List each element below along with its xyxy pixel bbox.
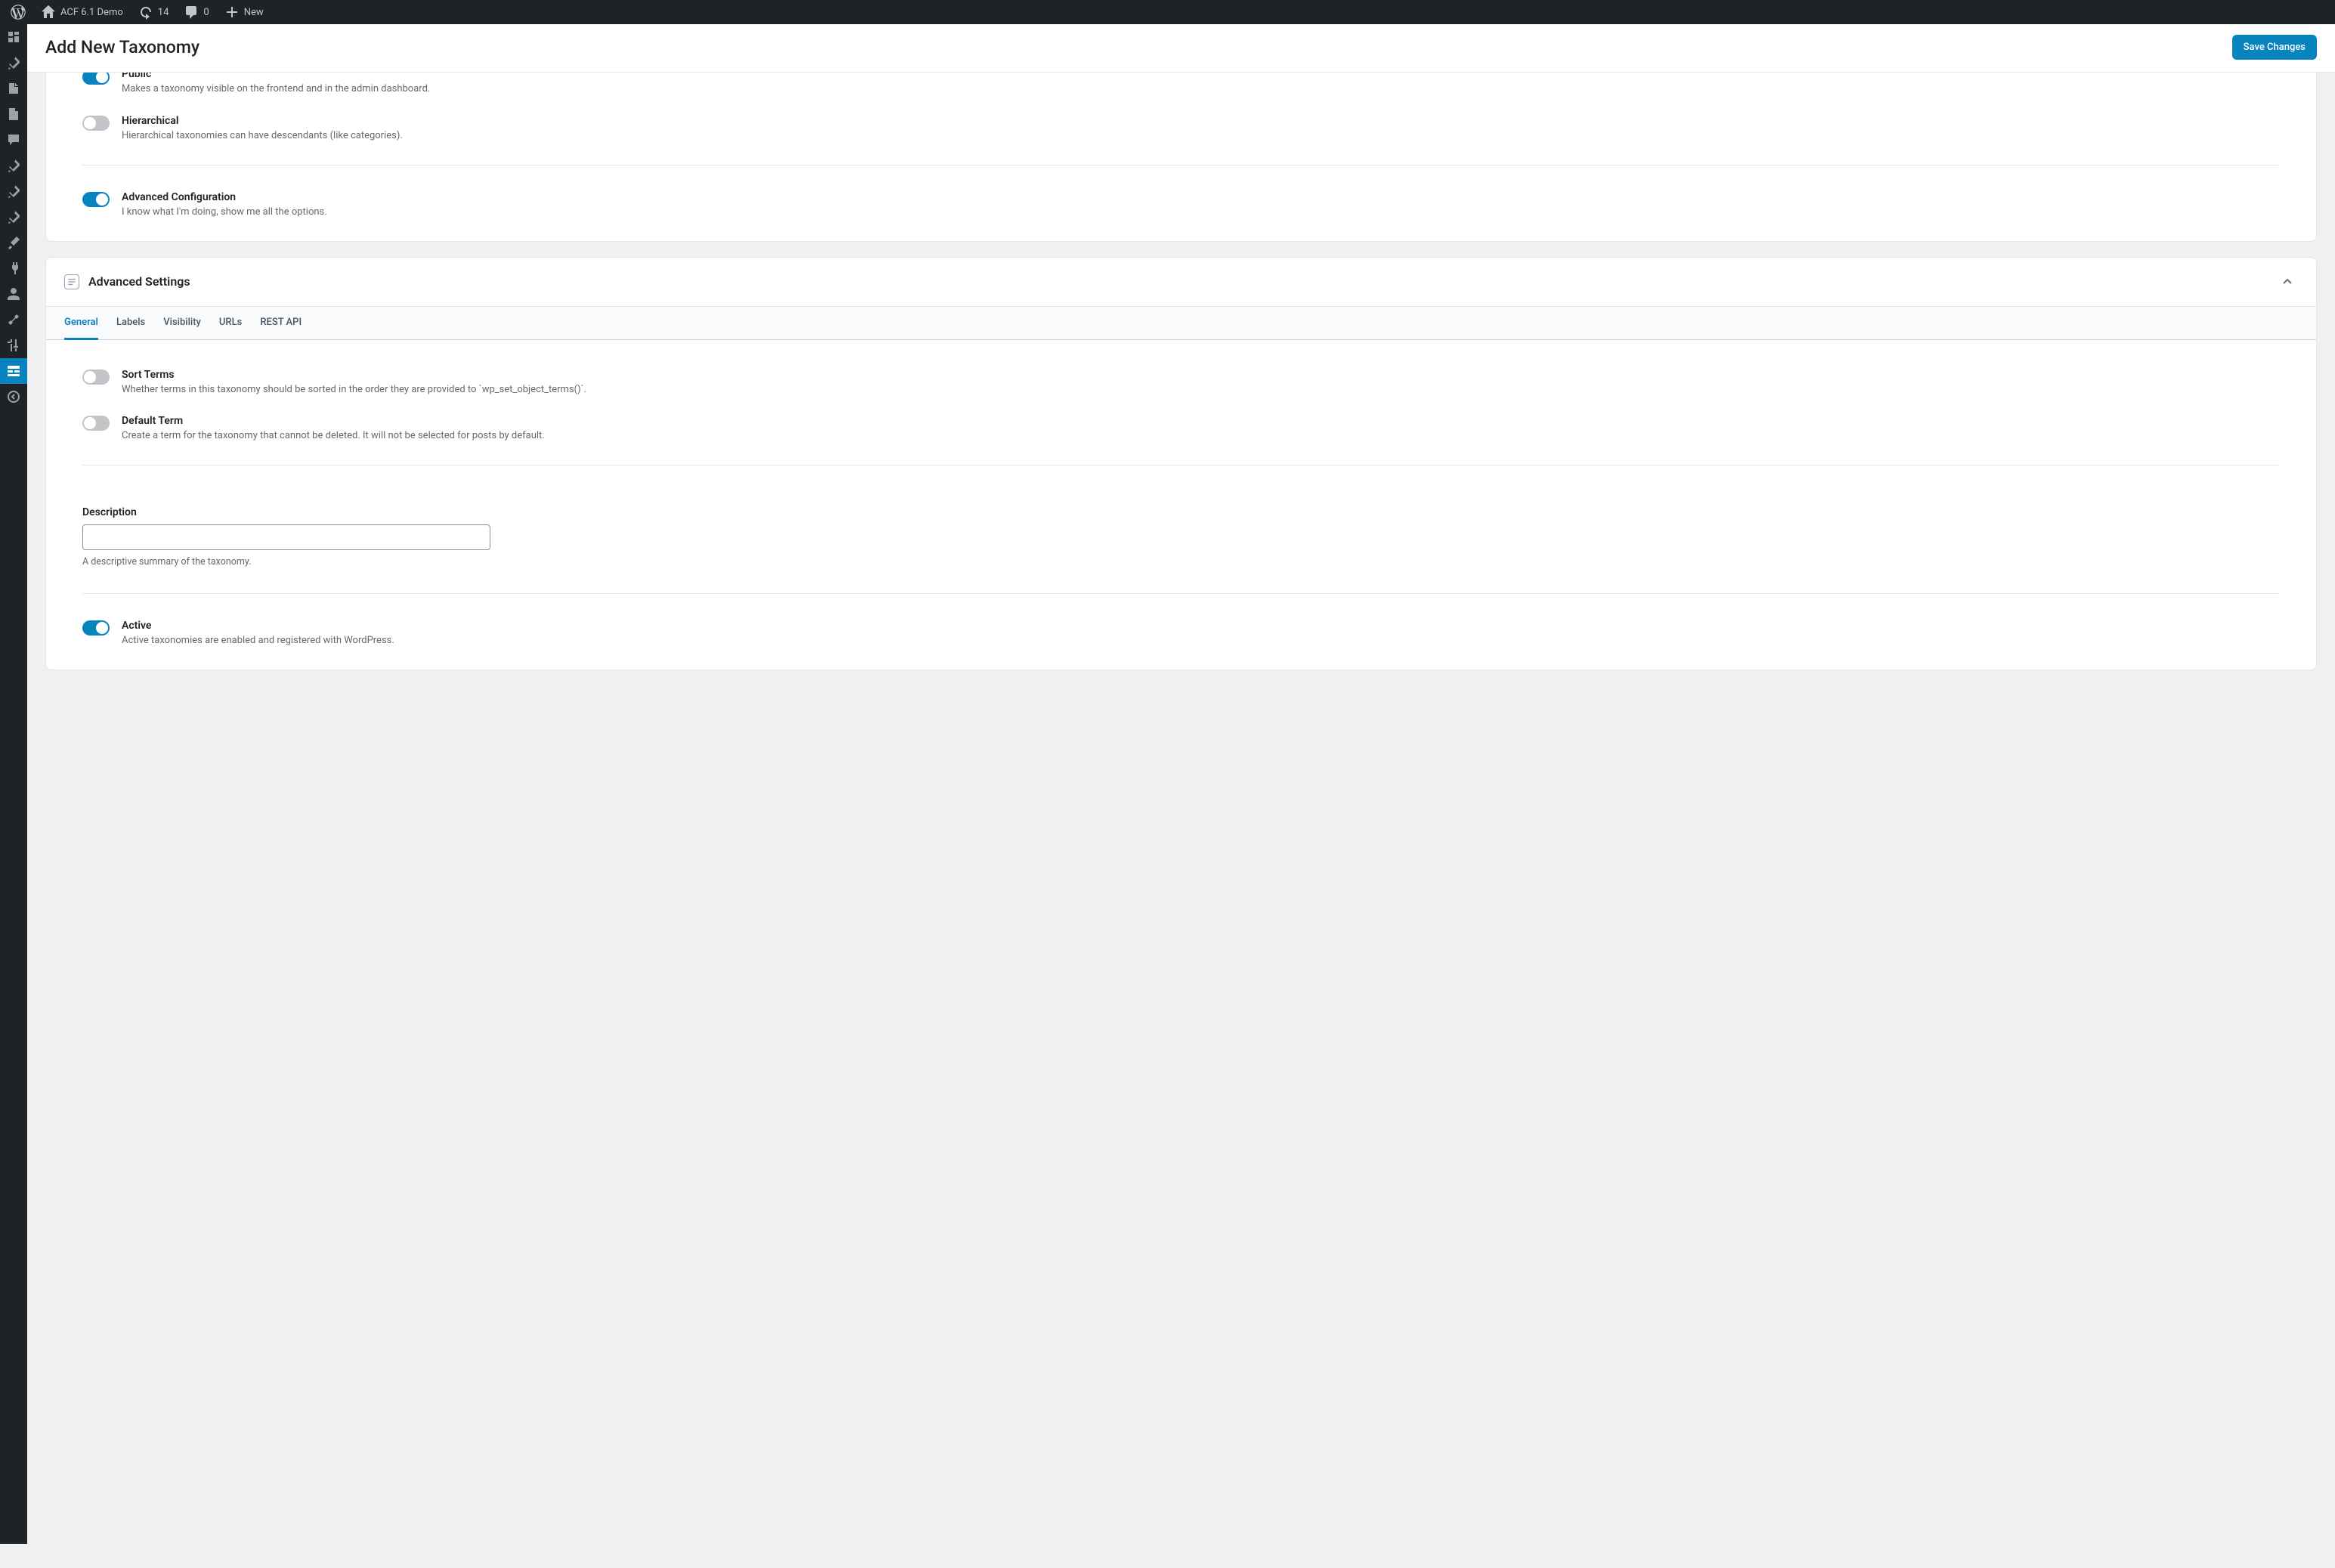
- sidebar-tools[interactable]: [0, 307, 27, 332]
- page-wrap: Add New Taxonomy Save Changes Public Mak…: [27, 24, 2335, 1544]
- site-name: ACF 6.1 Demo: [60, 7, 123, 18]
- updates-icon: [138, 5, 153, 20]
- description-input[interactable]: [82, 524, 490, 550]
- advanced-settings-tabs: General Labels Visibility URLs REST API: [46, 307, 2316, 340]
- description-help: A descriptive summary of the taxonomy.: [82, 556, 2280, 568]
- wp-admin-bar: ACF 6.1 Demo 14 0 New: [0, 0, 2335, 24]
- sort-terms-toggle[interactable]: [82, 370, 110, 385]
- comments-menu[interactable]: 0: [178, 0, 215, 24]
- comment-icon: [184, 5, 199, 20]
- advanced-config-toggle[interactable]: [82, 192, 110, 207]
- sidebar-media[interactable]: [0, 76, 27, 101]
- page-content: Public Makes a taxonomy visible on the f…: [27, 73, 2335, 688]
- wp-admin-sidebar: [0, 24, 27, 1544]
- hierarchical-field-row: Hierarchical Hierarchical taxonomies can…: [82, 110, 2280, 157]
- page-title: Add New Taxonomy: [45, 37, 199, 57]
- sort-terms-help: Whether terms in this taxonomy should be…: [122, 383, 586, 397]
- tab-general[interactable]: General: [64, 307, 98, 340]
- advanced-settings-title: Advanced Settings: [88, 274, 190, 289]
- comments-count: 0: [203, 7, 209, 18]
- sidebar-pages[interactable]: [0, 101, 27, 127]
- active-field-row: Active Active taxonomies are enabled and…: [82, 615, 2280, 651]
- active-label: Active: [122, 620, 394, 632]
- public-toggle[interactable]: [82, 73, 110, 85]
- sidebar-collapse[interactable]: [0, 384, 27, 410]
- sort-terms-field-row: Sort Terms Whether terms in this taxonom…: [82, 358, 2280, 411]
- default-term-field-row: Default Term Create a term for the taxon…: [82, 410, 2280, 457]
- updates-menu[interactable]: 14: [132, 0, 175, 24]
- advanced-settings-card: Advanced Settings General Labels Visibil…: [45, 257, 2317, 671]
- basic-settings-card: Public Makes a taxonomy visible on the f…: [45, 73, 2317, 242]
- divider: [82, 593, 2280, 594]
- sidebar-acf[interactable]: [0, 358, 27, 384]
- advanced-config-help: I know what I'm doing, show me all the o…: [122, 206, 327, 220]
- default-term-label: Default Term: [122, 415, 545, 427]
- description-field-row: Description A descriptive summary of the…: [82, 487, 2280, 572]
- new-content-menu[interactable]: New: [218, 0, 270, 24]
- sidebar-settings[interactable]: [0, 332, 27, 358]
- advanced-settings-icon: [64, 274, 79, 289]
- tab-labels[interactable]: Labels: [116, 307, 145, 340]
- advanced-settings-collapse-button[interactable]: [2277, 271, 2298, 292]
- advanced-config-field-row: Advanced Configuration I know what I'm d…: [82, 187, 2280, 223]
- sidebar-comments[interactable]: [0, 127, 27, 153]
- default-term-help: Create a term for the taxonomy that cann…: [122, 429, 545, 444]
- tab-rest-api[interactable]: REST API: [260, 307, 302, 340]
- sidebar-posts[interactable]: [0, 50, 27, 76]
- tab-visibility[interactable]: Visibility: [163, 307, 201, 340]
- active-toggle[interactable]: [82, 620, 110, 636]
- plus-icon: [224, 5, 240, 20]
- sort-terms-label: Sort Terms: [122, 369, 586, 381]
- hierarchical-label: Hierarchical: [122, 115, 403, 127]
- description-label: Description: [82, 506, 2280, 518]
- sidebar-users[interactable]: [0, 281, 27, 307]
- tab-urls[interactable]: URLs: [219, 307, 242, 340]
- wordpress-logo-icon: [11, 5, 26, 20]
- sidebar-cpt-2[interactable]: [0, 178, 27, 204]
- sidebar-cpt-3[interactable]: [0, 204, 27, 230]
- advanced-general-panel: Sort Terms Whether terms in this taxonom…: [46, 340, 2316, 670]
- page-header: Add New Taxonomy Save Changes: [27, 24, 2335, 73]
- save-changes-button[interactable]: Save Changes: [2232, 35, 2317, 60]
- sidebar-dashboard[interactable]: [0, 24, 27, 50]
- sidebar-appearance[interactable]: [0, 230, 27, 255]
- default-term-toggle[interactable]: [82, 416, 110, 431]
- updates-count: 14: [158, 7, 169, 18]
- public-help: Makes a taxonomy visible on the frontend…: [122, 82, 430, 97]
- chevron-up-icon: [2281, 276, 2293, 288]
- home-icon: [41, 5, 56, 20]
- public-field-row: Public Makes a taxonomy visible on the f…: [82, 73, 2280, 110]
- hierarchical-help: Hierarchical taxonomies can have descend…: [122, 129, 403, 144]
- active-help: Active taxonomies are enabled and regist…: [122, 634, 394, 648]
- site-name-menu[interactable]: ACF 6.1 Demo: [35, 0, 129, 24]
- public-label: Public: [122, 73, 430, 80]
- wp-logo-menu[interactable]: [5, 0, 32, 24]
- sidebar-cpt-1[interactable]: [0, 153, 27, 178]
- advanced-settings-header: Advanced Settings: [46, 258, 2316, 307]
- hierarchical-toggle[interactable]: [82, 116, 110, 131]
- sidebar-plugins[interactable]: [0, 255, 27, 281]
- new-label: New: [244, 7, 264, 18]
- advanced-config-label: Advanced Configuration: [122, 191, 327, 203]
